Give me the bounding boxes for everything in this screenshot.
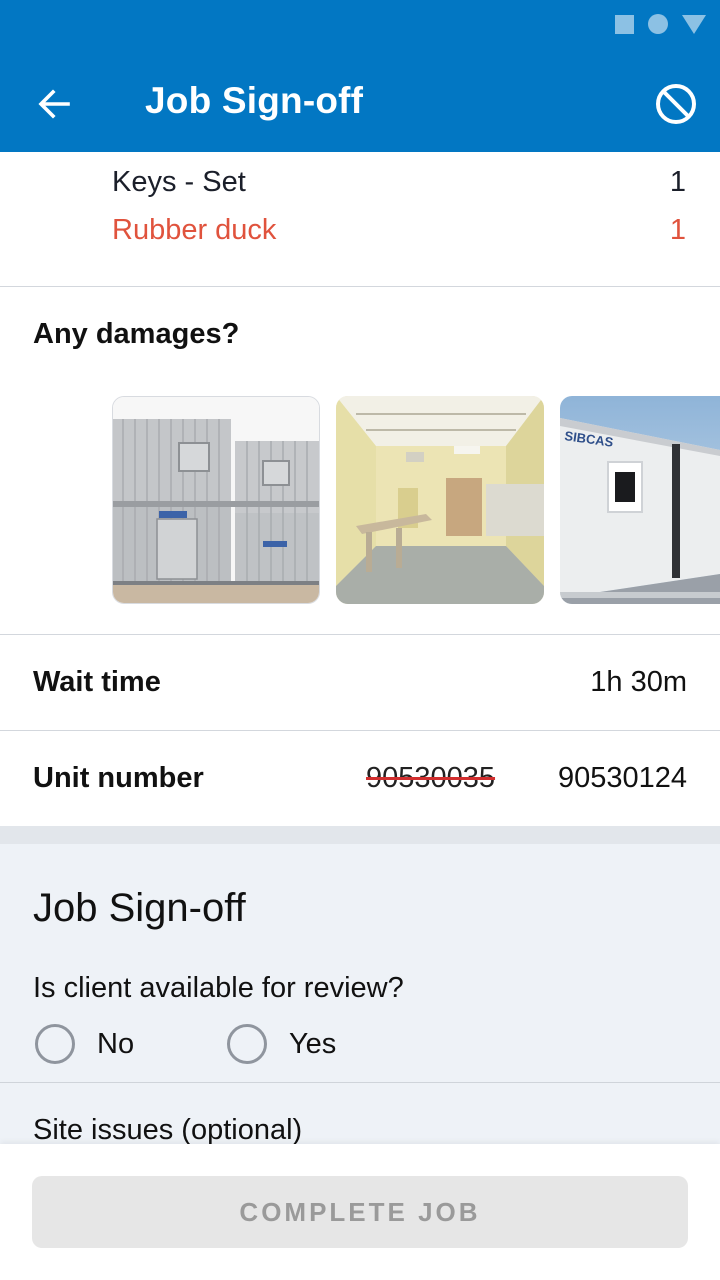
radio-label: No (97, 1027, 135, 1060)
block-icon (656, 84, 696, 124)
radio-circle[interactable] (35, 1024, 75, 1064)
square-icon (615, 14, 634, 34)
back-button[interactable] (26, 78, 82, 130)
new-unit-number: 90530124 (557, 762, 687, 794)
photo-stacked-containers[interactable] (112, 396, 320, 604)
list-item: Rubber duck 1 (112, 214, 686, 247)
client-review-question: Is client available for review? (33, 972, 404, 1004)
job-details[interactable]: Keys - Set 1 Rubber duck 1 Any damages? (0, 152, 720, 1144)
photo-interior-room[interactable] (336, 396, 544, 604)
unit-number-label: Unit number (33, 762, 204, 794)
containers-image (113, 397, 319, 603)
radio-no[interactable]: No (35, 1024, 134, 1064)
complete-job-button[interactable]: COMPLETE JOB (32, 1176, 688, 1248)
site-issues-label: Site issues (optional) (33, 1114, 303, 1144)
footer: COMPLETE JOB (0, 1144, 720, 1280)
app-bar: Job Sign-off (0, 0, 720, 152)
cancel-job-button[interactable] (652, 80, 700, 128)
status-bar (615, 14, 706, 34)
radio-yes[interactable]: Yes (227, 1024, 336, 1064)
damages-label: Any damages? (33, 318, 240, 350)
divider (0, 286, 720, 287)
photo-sibcas-unit[interactable]: SIBCAS (560, 396, 720, 604)
page-title: Job Sign-off (145, 80, 364, 121)
wait-time-value: 1h 30m (590, 666, 687, 698)
arrow-left-icon (38, 89, 70, 119)
item-name: Keys - Set (112, 166, 246, 198)
circle-icon (648, 14, 668, 34)
signoff-title: Job Sign-off (33, 886, 246, 930)
divider (0, 730, 720, 731)
item-name: Rubber duck (112, 214, 277, 246)
divider (0, 634, 720, 635)
radio-circle[interactable] (227, 1024, 267, 1064)
old-unit-number: 90530035 (366, 762, 496, 794)
unit-image: SIBCAS (560, 396, 720, 604)
divider (0, 1082, 720, 1083)
item-qty: 1 (669, 214, 686, 246)
interior-image (336, 396, 544, 604)
wait-time-label: Wait time (33, 666, 161, 698)
list-item: Keys - Set 1 (112, 166, 686, 199)
item-qty: 1 (669, 166, 686, 198)
triangle-icon (682, 14, 706, 34)
signoff-section: Job Sign-off Is client available for rev… (0, 844, 720, 1144)
radio-label: Yes (289, 1027, 337, 1060)
section-separator (0, 826, 720, 844)
